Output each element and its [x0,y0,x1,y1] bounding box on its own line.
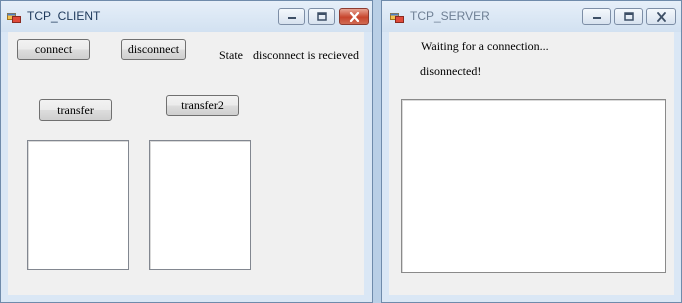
disconnect-button[interactable]: disconnect [121,39,186,60]
server-title-bar[interactable]: TCP_SERVER [382,1,681,32]
server-maximize-button[interactable] [614,8,643,25]
client-window-title: TCP_CLIENT [27,9,101,23]
close-icon [656,11,666,22]
client-form-area: connect disconnect State disconnect is r… [8,32,364,295]
client-listbox-2[interactable] [149,140,251,270]
minimize-icon [287,16,296,19]
server-form-area: Waiting for a connection... disonnected! [389,32,674,295]
app-window-icon [390,13,404,23]
app-window-icon [7,13,21,23]
server-status-disconnected: disonnected! [420,64,482,78]
tcp-server-window: TCP_SERVER Waiting for a connection... d… [381,0,682,303]
state-label: State [219,48,243,62]
tcp-client-window: TCP_CLIENT connect disconnect State disc… [0,0,373,303]
minimize-icon [592,16,601,19]
client-maximize-button[interactable] [308,8,335,25]
connect-button[interactable]: connect [17,39,90,60]
server-window-title: TCP_SERVER [410,9,490,23]
client-close-button[interactable] [339,8,369,25]
close-icon [349,11,359,22]
server-status-waiting: Waiting for a connection... [421,39,549,53]
maximize-icon [623,12,634,21]
client-title-bar[interactable]: TCP_CLIENT [1,1,372,32]
server-log-textbox[interactable] [401,99,666,273]
client-minimize-button[interactable] [278,8,305,25]
maximize-icon [316,12,327,21]
transfer2-button[interactable]: transfer2 [166,95,239,116]
server-close-button[interactable] [646,8,676,25]
transfer-button[interactable]: transfer [39,99,112,121]
client-listbox-1[interactable] [27,140,129,270]
state-value: disconnect is recieved [253,48,359,62]
server-minimize-button[interactable] [582,8,611,25]
